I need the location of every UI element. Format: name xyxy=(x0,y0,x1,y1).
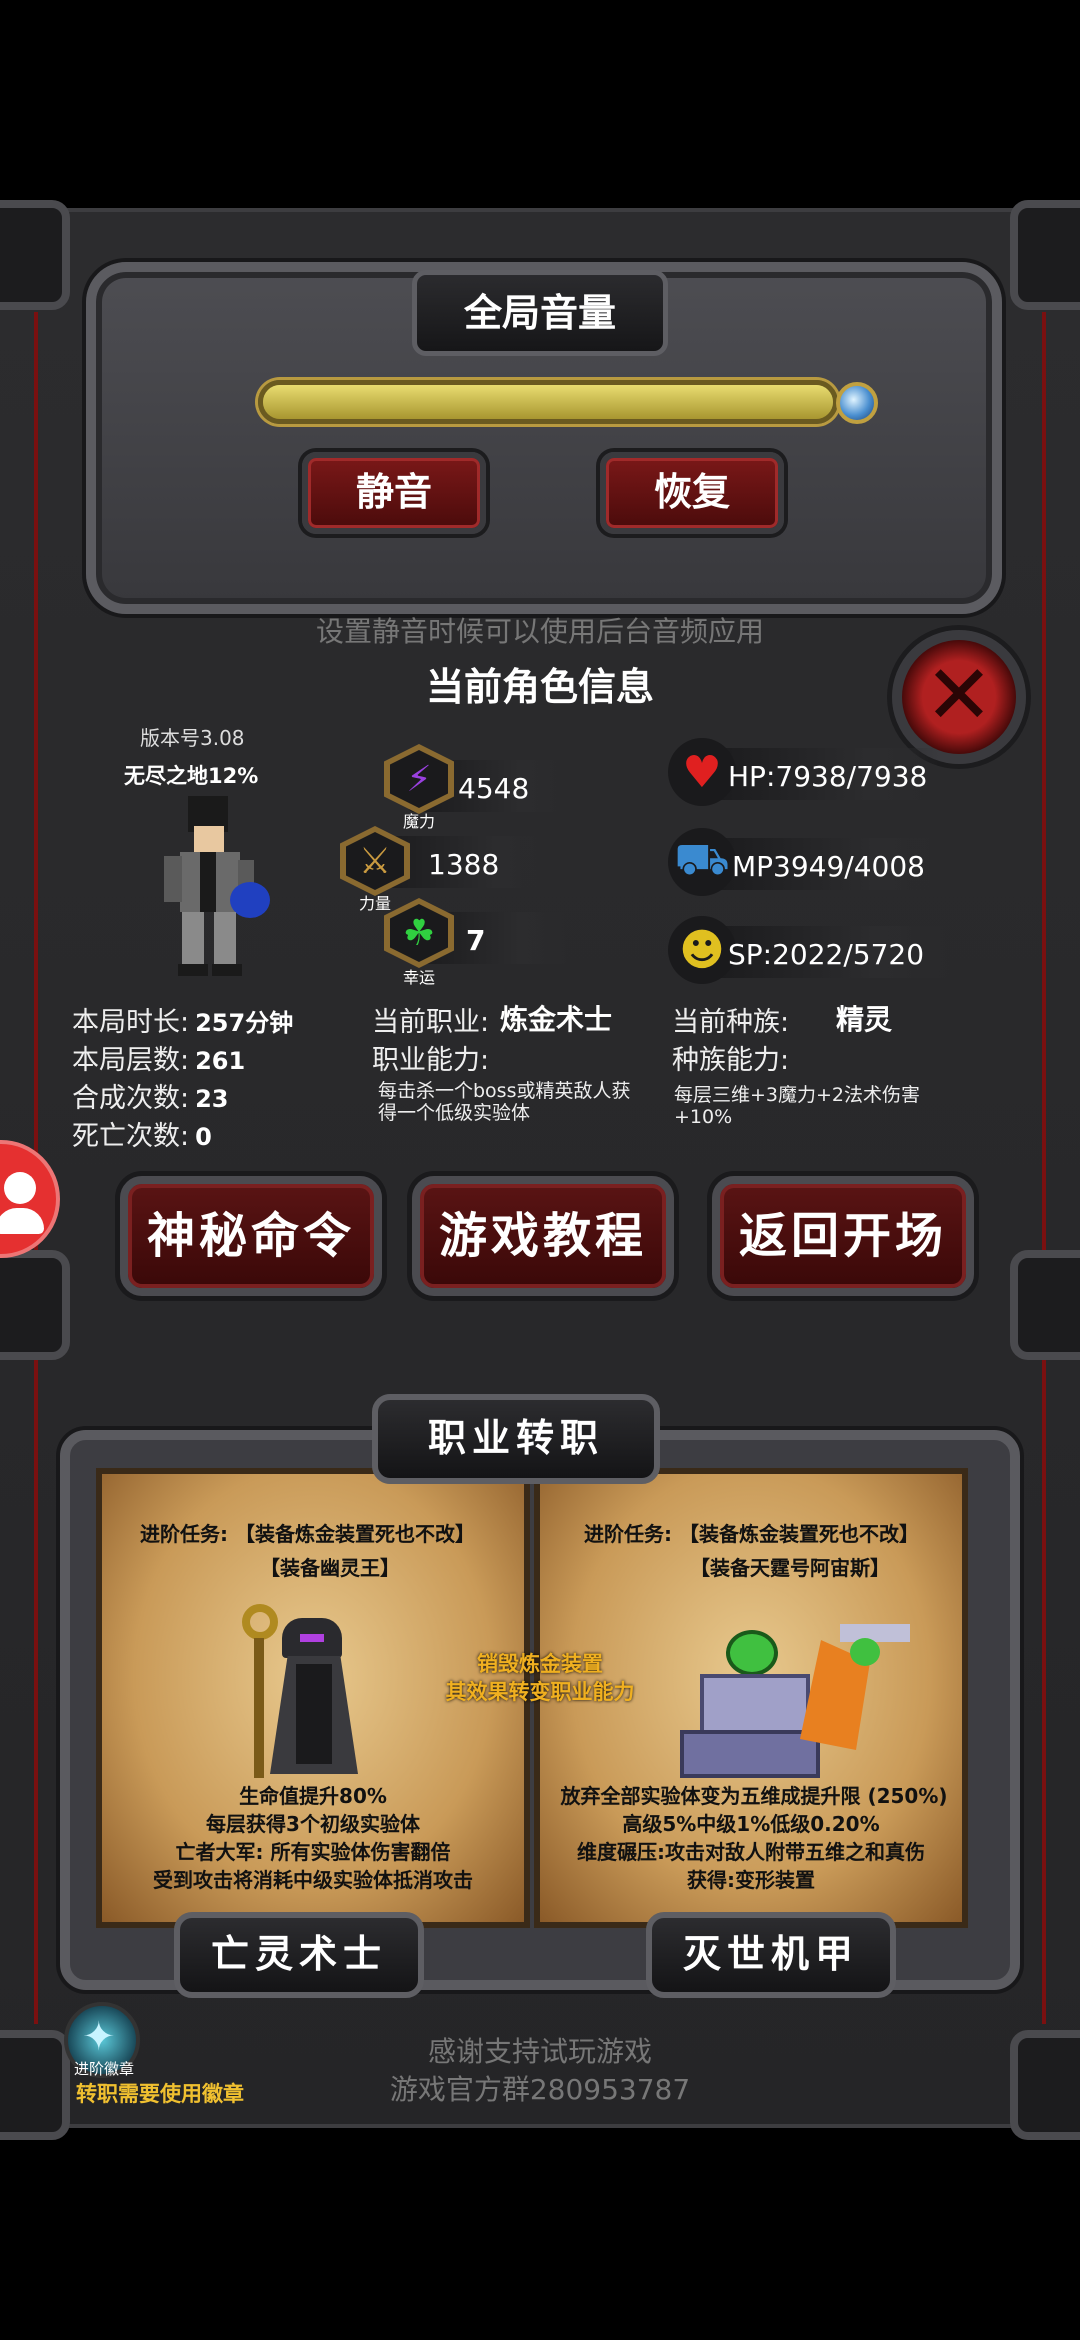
sword-icon: ⚔ xyxy=(346,832,404,890)
lightning-icon: ⚡ xyxy=(390,750,448,808)
magic-label: 魔力 xyxy=(402,812,435,831)
job-button-mech[interactable]: 灭世机甲 xyxy=(646,1912,896,1998)
right-quest-1: 进阶任务: 【装备炼金装置死也不改】 xyxy=(584,1522,919,1546)
center-note-line: 销毁炼金装置 xyxy=(477,1652,603,1676)
left-desc-1: 生命值提升80% xyxy=(239,1784,387,1808)
volume-slider-fill xyxy=(263,385,833,419)
right-desc-4: 获得:变形装置 xyxy=(687,1868,815,1892)
frame-corner xyxy=(0,2030,70,2140)
right-quest-2: 【装备天霆号阿宙斯】 xyxy=(690,1556,890,1580)
center-note: 销毁炼金装置 其效果转变职业能力 xyxy=(420,1650,660,1706)
left-desc-3: 亡者大军: 所有实验体伤害翻倍 xyxy=(175,1840,451,1864)
luck-label: 幸运 xyxy=(402,968,435,987)
job-value: 炼金术士 xyxy=(500,1003,613,1036)
volume-slider-knob[interactable] xyxy=(836,382,878,424)
frame-corner xyxy=(0,200,70,310)
tutorial-button[interactable]: 游戏教程 xyxy=(412,1176,674,1296)
frame-corner xyxy=(1010,2030,1080,2140)
game-screen: { "volume_panel": { "title": "全局音量", "le… xyxy=(0,0,1080,2340)
location-label: 无尽之地12% xyxy=(124,764,259,788)
close-button[interactable]: ✕ xyxy=(892,630,1026,764)
heart-icon: ♥ xyxy=(668,738,736,806)
back-to-start-button[interactable]: 返回开场 xyxy=(712,1176,974,1296)
mute-button[interactable]: 静音 xyxy=(302,452,486,534)
badge-label: 进阶徽章 xyxy=(73,2060,134,2078)
frame-corner xyxy=(1010,200,1080,310)
character-info-title: 当前角色信息 xyxy=(425,665,654,709)
center-note-line: 其效果转变职业能力 xyxy=(445,1680,635,1704)
restore-button[interactable]: 恢复 xyxy=(600,452,784,534)
secret-command-button[interactable]: 神秘命令 xyxy=(120,1176,382,1296)
footer-group: 游戏官方群280953787 xyxy=(389,2073,691,2106)
mp-icon: ⛟ xyxy=(668,828,736,896)
user-icon xyxy=(4,1172,36,1204)
close-icon: ✕ xyxy=(924,648,994,743)
right-desc-2: 高级5%中级1%低级0.20% xyxy=(622,1812,880,1836)
stat-row: 本局时长: 257分钟 xyxy=(72,1007,294,1038)
left-quest-1: 进阶任务: 【装备炼金装置死也不改】 xyxy=(140,1522,475,1546)
right-desc-3: 维度碾压:攻击对敌人附带五维之和真伤 xyxy=(577,1840,925,1864)
race-ability-text: 每层三维+3魔力+2法术伤害+10% xyxy=(674,1084,921,1128)
job-button-necromancer[interactable]: 亡灵术士 xyxy=(174,1912,424,1998)
necromancer-sprite xyxy=(238,1604,368,1780)
frame-corner xyxy=(1010,1250,1080,1360)
right-desc-1: 放弃全部实验体变为五维成提升限 (250%) xyxy=(560,1784,948,1808)
stat-row: 死亡次数: 0 xyxy=(72,1121,212,1152)
left-quest-2: 【装备幽灵王】 xyxy=(260,1556,400,1580)
clover-icon: ☘ xyxy=(390,904,448,962)
hp-value: HP:7938/7938 xyxy=(728,760,928,793)
race-label: 当前种族: xyxy=(672,1007,790,1038)
stat-row: 本局层数: 261 xyxy=(72,1045,246,1076)
sp-value: SP:2022/5720 xyxy=(728,938,925,971)
strength-label: 力量 xyxy=(358,894,391,913)
muscle-icon: ☻ xyxy=(668,916,736,984)
job-ability-text: 每击杀一个boss或精英敌人获得一个低级实验体 xyxy=(378,1080,631,1124)
footer-thanks: 感谢支持试玩游戏 xyxy=(427,2035,652,2068)
left-desc-2: 每层获得3个初级实验体 xyxy=(206,1812,420,1836)
race-ability-label: 种族能力: xyxy=(672,1045,790,1076)
volume-title: 全局音量 xyxy=(412,270,668,356)
volume-hint: 设置静音时候可以使用后台音频应用 xyxy=(315,615,764,648)
volume-slider[interactable] xyxy=(258,380,838,424)
job-label: 当前职业: xyxy=(372,1007,490,1038)
stat-row: 合成次数: 23 xyxy=(72,1083,229,1114)
badge-note: 转职需要使用徽章 xyxy=(76,2082,244,2106)
magic-value: 4548 xyxy=(458,772,530,805)
left-desc-4: 受到攻击将消耗中级实验体抵消攻击 xyxy=(153,1868,473,1892)
version-label: 版本号3.08 xyxy=(140,726,245,750)
luck-value: 7 xyxy=(466,924,486,957)
job-ability-label: 职业能力: xyxy=(372,1045,490,1076)
run-stats: 本局时长: 257分钟 本局层数: 261 合成次数: 23 死亡次数: 0 xyxy=(72,1000,293,1152)
frame-corner xyxy=(0,1250,70,1360)
strength-value: 1388 xyxy=(428,848,500,881)
mp-value: MP3949/4008 xyxy=(732,850,925,883)
character-sprite xyxy=(150,796,280,976)
race-value: 精灵 xyxy=(836,1003,893,1036)
mech-sprite xyxy=(680,1620,930,1780)
job-change-title: 职业转职 xyxy=(372,1394,660,1484)
